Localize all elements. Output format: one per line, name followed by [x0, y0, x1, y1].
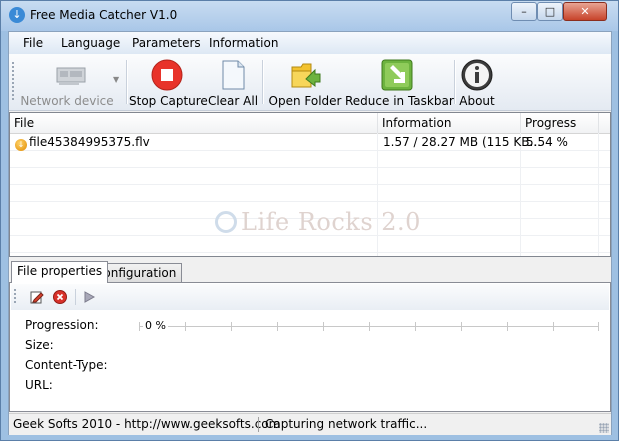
stop-icon [151, 59, 183, 91]
watermark-logo-icon [215, 211, 237, 233]
toolbar-grip[interactable] [14, 289, 16, 305]
client-area: File Language Parameters Information ▼ N… [8, 31, 612, 435]
information-cell: 1.57 / 28.27 MB (115 KB... [383, 135, 541, 149]
url-label: URL: [25, 378, 53, 392]
column-header-file[interactable]: File [10, 113, 378, 133]
tab-file-properties[interactable]: File properties [11, 261, 109, 283]
table-row [10, 185, 610, 202]
stop-capture-button[interactable]: Stop Capture [129, 57, 208, 109]
open-folder-button[interactable]: Open Folder [267, 57, 343, 109]
menu-language[interactable]: Language [61, 36, 120, 50]
window-title: Free Media Catcher V1.0 [30, 8, 178, 22]
network-device-button[interactable]: ▼ Network device [19, 57, 123, 109]
progression-label: Progression: [25, 318, 99, 332]
file-cell: ↓ file45384995375.flv [15, 134, 150, 151]
toolbar-separator [262, 60, 264, 104]
stop-capture-label: Stop Capture [129, 94, 208, 108]
table-row [10, 151, 610, 168]
menu-parameters[interactable]: Parameters [132, 36, 201, 50]
table-row [10, 168, 610, 185]
toolbar: ▼ Network device Stop Capture Clear All [9, 54, 611, 111]
progression-tick [415, 322, 416, 331]
toolbar-separator [454, 60, 456, 104]
table-row [10, 236, 610, 253]
play-icon[interactable] [82, 290, 96, 304]
menu-information[interactable]: Information [209, 36, 278, 50]
about-label: About [459, 94, 495, 108]
download-arrow-icon: ↓ [15, 139, 27, 151]
toolbar-grip[interactable] [12, 62, 14, 102]
network-device-label: Network device [20, 94, 114, 108]
status-separator [258, 417, 259, 432]
open-folder-label: Open Folder [268, 94, 342, 108]
properties-tabs: File properties Configuration [9, 261, 611, 283]
toolbar-separator [126, 60, 128, 104]
progression-tick [369, 322, 370, 331]
progression-tick [231, 322, 232, 331]
delete-icon[interactable] [53, 290, 67, 304]
menu-bar: File Language Parameters Information [9, 32, 611, 54]
column-header-information[interactable]: Information [378, 113, 521, 133]
progression-tick [507, 322, 508, 331]
reduce-taskbar-label: Reduce in Taskbar [345, 94, 454, 108]
file-properties-panel: Progression: Size: Content-Type: URL: [9, 282, 611, 412]
minimize-arrow-icon [381, 59, 413, 91]
progress-cell: 5.54 % [526, 135, 568, 149]
progression-tick [139, 322, 140, 331]
reduce-taskbar-button[interactable]: Reduce in Taskbar [345, 57, 454, 109]
about-button[interactable]: About [457, 57, 497, 109]
progression-bar: 0 % [139, 319, 599, 332]
maximize-button[interactable]: □ [537, 2, 563, 21]
status-left-text: Geek Softs 2010 - http://www.geeksofts.c… [13, 417, 281, 431]
progression-tick [553, 322, 554, 331]
info-icon [461, 59, 493, 91]
properties-toolbar [11, 284, 609, 310]
app-window: ↓ Free Media Catcher V1.0 – □ ✕ File Lan… [0, 0, 619, 441]
table-row[interactable]: ↓ file45384995375.flv 1.57 / 28.27 MB (11… [10, 134, 610, 151]
resize-grip[interactable] [599, 423, 609, 433]
progression-tick [461, 322, 462, 331]
progression-tick [277, 322, 278, 331]
size-label: Size: [25, 338, 54, 352]
content-type-label: Content-Type: [25, 358, 108, 372]
progression-tick [598, 322, 599, 331]
close-button[interactable]: ✕ [563, 2, 607, 21]
column-header-progress[interactable]: Progress [521, 113, 599, 133]
blank-page-icon [222, 60, 245, 90]
title-bar[interactable]: ↓ Free Media Catcher V1.0 – □ ✕ [1, 1, 618, 31]
toolbar-separator [75, 289, 76, 305]
minimize-button[interactable]: – [511, 2, 537, 21]
download-app-icon: ↓ [9, 7, 25, 23]
file-name: file45384995375.flv [29, 135, 150, 149]
watermark: Life Rocks 2.0 [215, 208, 421, 236]
clear-all-button[interactable]: Clear All [207, 57, 259, 109]
edit-icon[interactable] [30, 290, 44, 304]
network-card-icon [56, 67, 86, 85]
dropdown-arrow-icon[interactable]: ▼ [113, 75, 119, 84]
folder-arrow-icon [291, 63, 321, 88]
watermark-text: Life Rocks 2.0 [241, 208, 421, 236]
list-header: File Information Progress [10, 113, 610, 134]
progression-value: 0 % [143, 319, 168, 332]
clear-all-label: Clear All [207, 94, 259, 108]
progression-tick [323, 322, 324, 331]
status-bar: Geek Softs 2010 - http://www.geeksofts.c… [9, 413, 611, 435]
capture-list[interactable]: File Information Progress ↓ file453849953… [9, 112, 611, 257]
menu-file[interactable]: File [23, 36, 43, 50]
status-right-text: Capturing network traffic... [265, 417, 428, 431]
progression-tick [185, 322, 186, 331]
